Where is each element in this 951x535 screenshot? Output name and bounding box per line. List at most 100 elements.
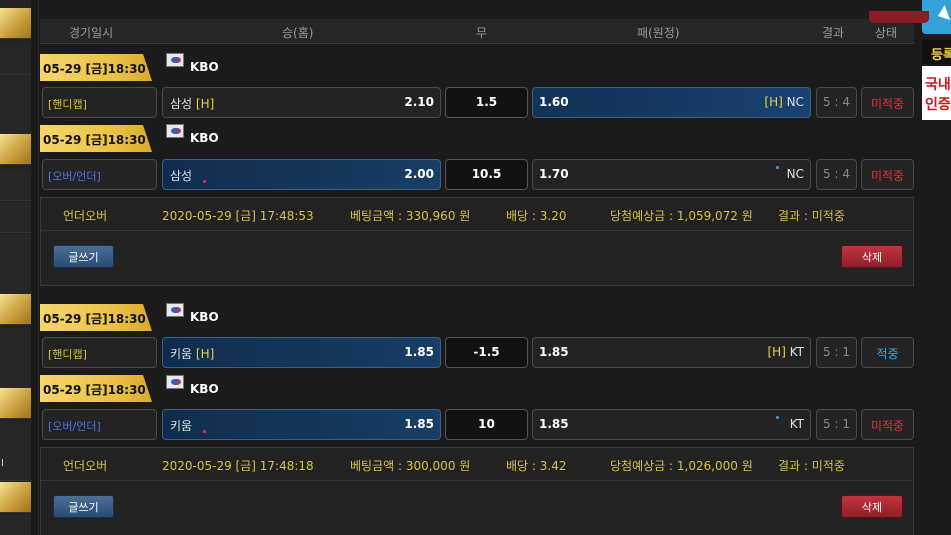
sidebar-item[interactable] bbox=[0, 170, 31, 201]
home-odds-button[interactable]: 키움 1.85 bbox=[162, 409, 441, 440]
league-flag-icon bbox=[166, 375, 184, 389]
match-date: 05-29 [금]18:30 bbox=[40, 54, 152, 81]
down-arrow-icon bbox=[203, 430, 206, 433]
write-post-button[interactable]: 글쓰기 bbox=[53, 245, 114, 268]
bet-expected: 당첨예상금 : 1,026,000 원 bbox=[610, 459, 753, 473]
away-odds: 1.60 bbox=[539, 95, 569, 109]
home-odds-button[interactable]: 키움 [H] 1.85 bbox=[162, 337, 441, 368]
match-date: 05-29 [금]18:30 bbox=[40, 304, 152, 331]
status-badge: 미적중 bbox=[861, 409, 914, 440]
certified-banner[interactable]: 국내 인증 bbox=[922, 66, 951, 120]
header-result: 결과 bbox=[822, 26, 845, 40]
league-name: KBO bbox=[190, 310, 219, 324]
register-banner[interactable]: 등록 bbox=[922, 40, 951, 64]
line-button[interactable]: 10 bbox=[445, 409, 528, 440]
home-team: 키움 [H] bbox=[170, 347, 215, 361]
sidebar-item[interactable] bbox=[0, 264, 31, 295]
sidebar-item[interactable] bbox=[0, 482, 31, 513]
match-score: 5 : 4 bbox=[816, 159, 857, 190]
away-odds: 1.85 bbox=[539, 345, 569, 359]
line-button[interactable]: -1.5 bbox=[445, 337, 528, 368]
away-team: [H] KT bbox=[767, 345, 805, 359]
top-button[interactable] bbox=[869, 11, 929, 23]
away-odds: 1.85 bbox=[539, 417, 569, 431]
sidebar-item[interactable] bbox=[0, 515, 31, 535]
sidebar-item[interactable] bbox=[0, 388, 31, 419]
match-score: 5 : 1 bbox=[816, 409, 857, 440]
header-status: 상태 bbox=[875, 26, 898, 40]
sidebar-item[interactable] bbox=[0, 106, 31, 137]
match-date: 05-29 [금]18:30 bbox=[40, 375, 152, 402]
bet-result: 결과 : 미적중 bbox=[778, 209, 845, 223]
bet-kind: 언더오버 bbox=[63, 209, 108, 223]
line-value: -1.5 bbox=[473, 345, 500, 359]
away-odds: 1.70 bbox=[539, 167, 569, 181]
delete-button[interactable]: 삭제 bbox=[841, 245, 903, 268]
away-team: NC bbox=[786, 167, 804, 181]
bet-odds: 배당 : 3.20 bbox=[506, 209, 567, 223]
down-arrow-icon bbox=[203, 180, 206, 183]
table-header: 경기일시 승(홈) 무 패(원정) 결과 상태 bbox=[40, 11, 929, 44]
status-badge: 적중 bbox=[861, 337, 914, 368]
home-odds-button[interactable]: 삼성 [H] 2.10 bbox=[162, 87, 441, 118]
line-value: 10 bbox=[478, 417, 495, 431]
league-name: KBO bbox=[190, 60, 219, 74]
bet-summary-row: 언더오버 2020-05-29 [금] 17:48:53 베팅금액 : 330,… bbox=[41, 198, 913, 231]
home-odds: 1.85 bbox=[404, 417, 434, 431]
sidebar-item[interactable] bbox=[0, 76, 31, 107]
bet-type: [오버/언더] bbox=[42, 159, 157, 190]
bet-type: [핸디캡] bbox=[42, 87, 157, 118]
header-draw: 무 bbox=[476, 26, 488, 40]
away-odds-button[interactable]: 1.85 KT bbox=[532, 409, 811, 440]
sidebar-item[interactable] bbox=[0, 202, 31, 233]
header-home: 승(홈) bbox=[282, 26, 314, 40]
sidebar-item[interactable] bbox=[0, 234, 31, 265]
home-odds-button[interactable]: 삼성 2.00 bbox=[162, 159, 441, 190]
line-button[interactable]: 10.5 bbox=[445, 159, 528, 190]
bet-result: 결과 : 미적중 bbox=[778, 459, 845, 473]
league-name: KBO bbox=[190, 131, 219, 145]
away-odds-button[interactable]: 1.85 [H] KT bbox=[532, 337, 811, 368]
bet-summary: 언더오버 2020-05-29 [금] 17:48:18 베팅금액 : 300,… bbox=[40, 447, 914, 535]
left-sidebar: I bbox=[0, 0, 31, 535]
sidebar-item[interactable] bbox=[0, 134, 31, 165]
bet-time: 2020-05-29 [금] 17:48:18 bbox=[162, 459, 314, 473]
away-odds-button[interactable]: 1.70 NC bbox=[532, 159, 811, 190]
sidebar-item[interactable] bbox=[0, 358, 31, 389]
away-odds-button[interactable]: 1.60 [H] NC bbox=[532, 87, 811, 118]
home-team: 삼성 bbox=[170, 169, 193, 183]
bet-summary: 언더오버 2020-05-29 [금] 17:48:53 베팅금액 : 330,… bbox=[40, 197, 914, 286]
bet-expected: 당첨예상금 : 1,059,072 원 bbox=[610, 209, 753, 223]
sidebar-item[interactable] bbox=[0, 44, 31, 75]
match-score: 5 : 1 bbox=[816, 337, 857, 368]
write-post-button[interactable]: 글쓰기 bbox=[53, 495, 114, 518]
away-team: [H] NC bbox=[764, 95, 804, 109]
match-date: 05-29 [금]18:30 bbox=[40, 125, 152, 152]
certified-banner-text: 국내 bbox=[925, 77, 951, 93]
line-value: 10.5 bbox=[471, 167, 502, 181]
sidebar-item[interactable] bbox=[0, 8, 31, 39]
sidebar-item[interactable] bbox=[0, 328, 31, 359]
sidebar-item[interactable] bbox=[0, 422, 31, 453]
certified-banner-text: 인증 bbox=[925, 97, 951, 113]
status-badge: 미적중 bbox=[861, 87, 914, 118]
header-time: 경기일시 bbox=[69, 26, 114, 40]
sidebar-item[interactable] bbox=[0, 294, 31, 325]
bet-summary-row: 언더오버 2020-05-29 [금] 17:48:18 베팅금액 : 300,… bbox=[41, 448, 913, 481]
up-arrow-icon bbox=[776, 416, 779, 419]
telegram-icon bbox=[925, 5, 951, 27]
sidebar-item[interactable]: I bbox=[0, 450, 31, 481]
home-team: 키움 bbox=[170, 419, 193, 433]
bet-type: [오버/언더] bbox=[42, 409, 157, 440]
line-button[interactable]: 1.5 bbox=[445, 87, 528, 118]
sidebar-item-label: I bbox=[1, 458, 4, 469]
bet-kind: 언더오버 bbox=[63, 459, 108, 473]
delete-button[interactable]: 삭제 bbox=[841, 495, 903, 518]
league-flag-icon bbox=[166, 53, 184, 67]
away-team: KT bbox=[789, 417, 804, 431]
bet-time: 2020-05-29 [금] 17:48:53 bbox=[162, 209, 314, 223]
league-name: KBO bbox=[190, 382, 219, 396]
register-banner-text: 등록 bbox=[931, 48, 951, 63]
home-odds: 1.85 bbox=[404, 345, 434, 359]
league-flag-icon bbox=[166, 124, 184, 138]
